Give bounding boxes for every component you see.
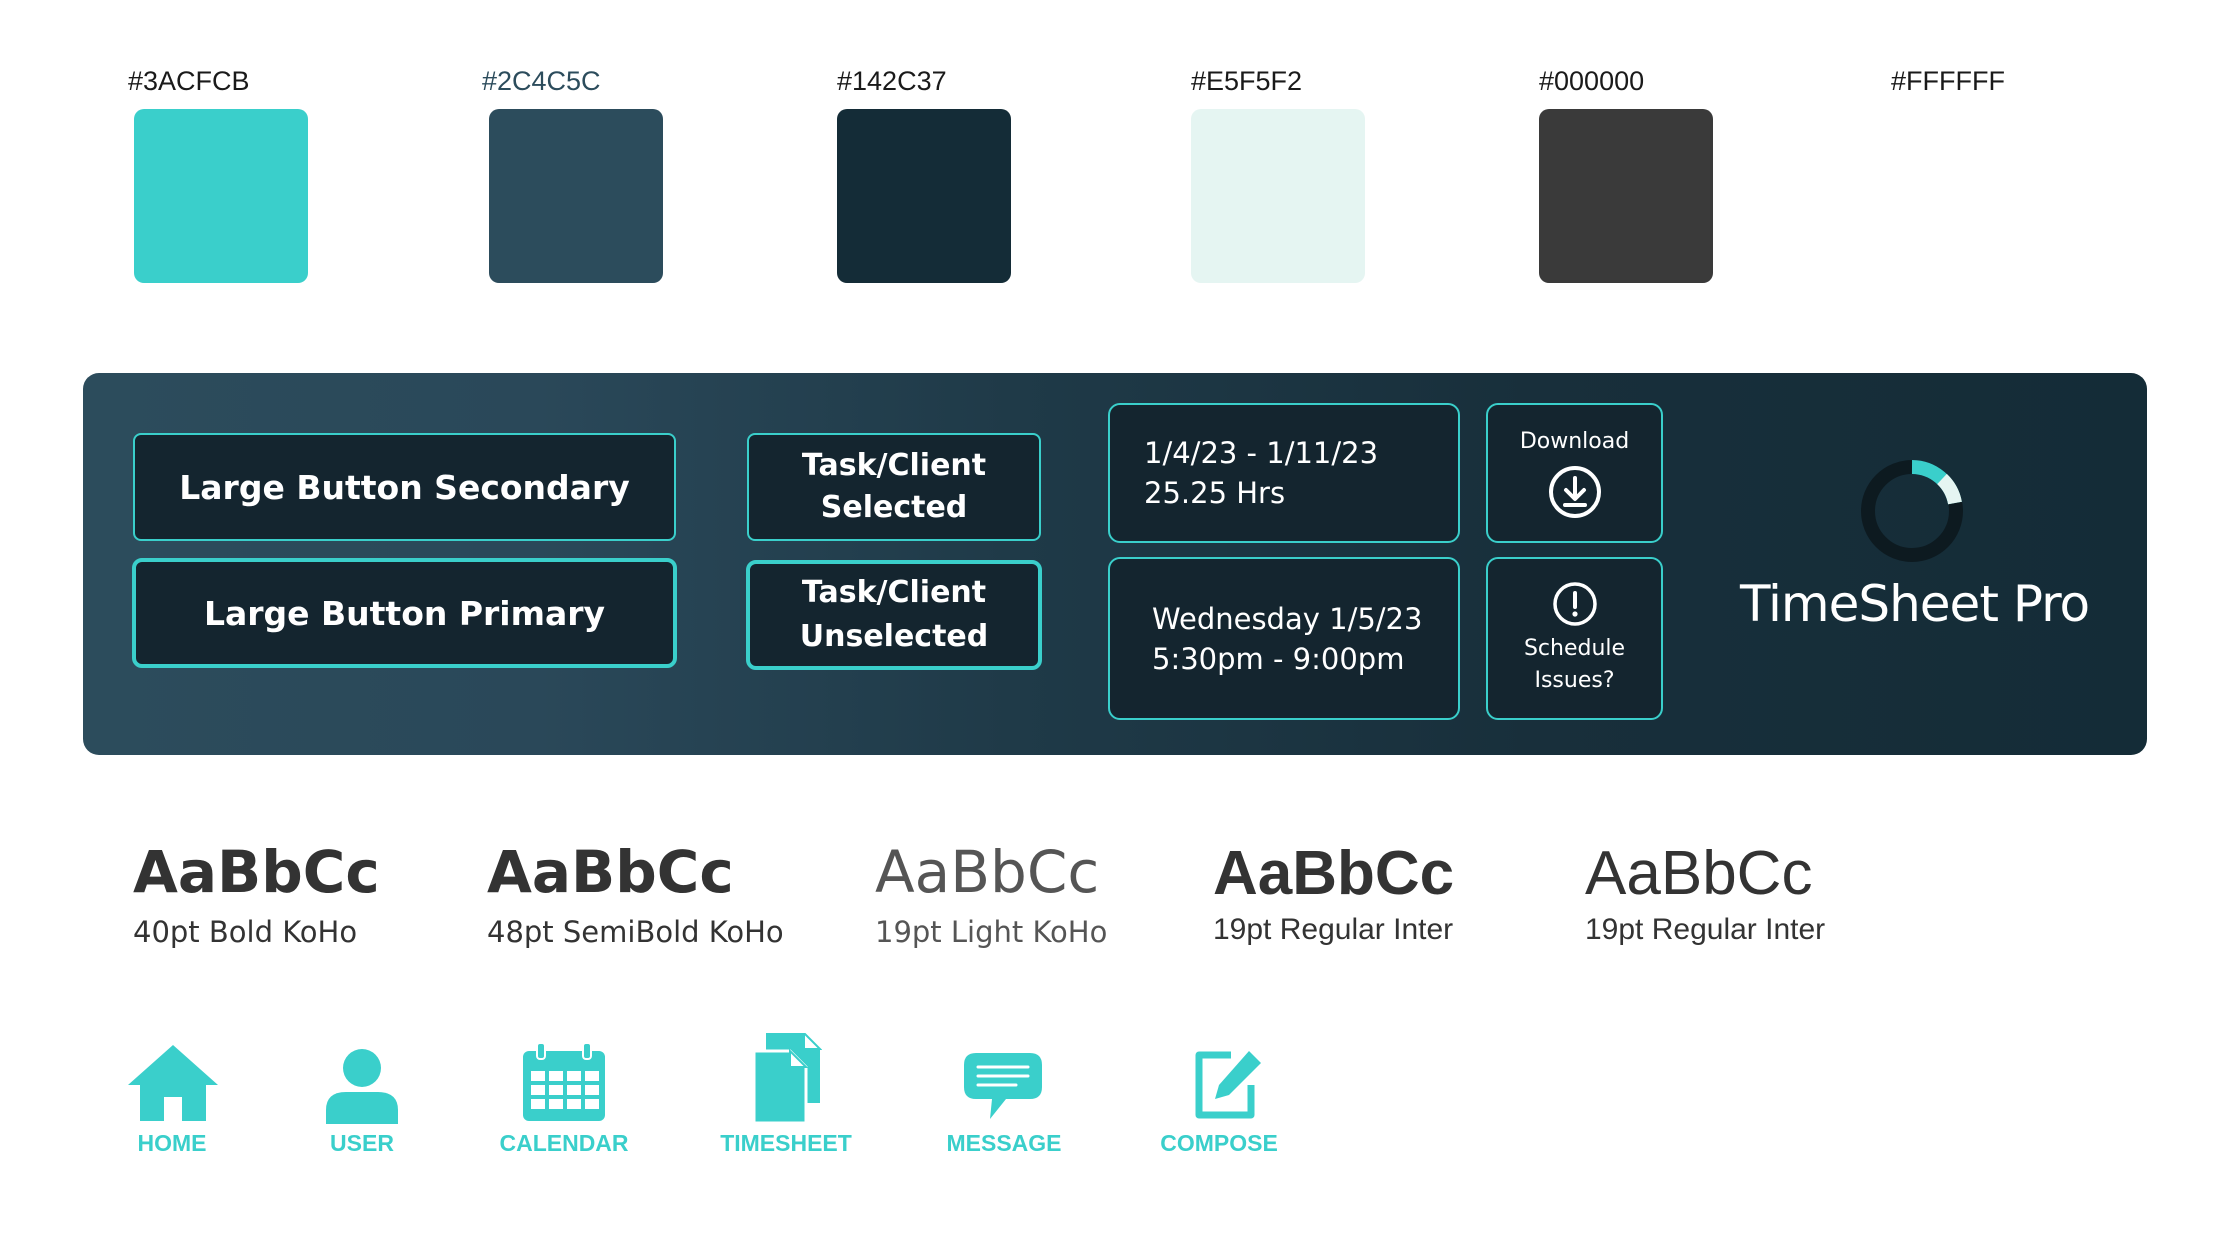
swatch-label: #142C37 (837, 66, 947, 96)
color-swatch (1191, 109, 1365, 283)
type-sample: AaBbCc (1213, 839, 1455, 908)
schedule-issues-button[interactable]: Schedule Issues? (1486, 557, 1663, 720)
alert-icon (1552, 581, 1597, 626)
button-label: Selected (820, 490, 968, 525)
download-label: Download (1519, 429, 1630, 454)
type-caption: 40pt Bold KoHo (133, 915, 358, 949)
nav-label: USER (330, 1130, 394, 1156)
color-swatch (1891, 109, 2065, 283)
type-sample: AaBbCc (875, 838, 1100, 906)
nav-label: TIMESHEET (720, 1130, 852, 1156)
type-caption: 19pt Light KoHo (875, 915, 1108, 949)
task-client-unselected-button[interactable]: Task/Client Unselected (746, 560, 1042, 670)
button-label: Task/Client (801, 448, 987, 483)
timesheet-icon (752, 1033, 822, 1123)
download-icon (1548, 466, 1601, 518)
nav-label: CALENDAR (499, 1130, 629, 1156)
schedule-label: Issues? (1534, 667, 1615, 693)
color-swatch (134, 109, 308, 283)
type-sample: AaBbCc (1585, 839, 1813, 908)
timer-logo-icon (1861, 460, 1963, 562)
pay-period-card[interactable]: 1/4/23 - 1/11/23 25.25 Hrs (1108, 403, 1460, 543)
button-label: Large Button Secondary (179, 467, 630, 507)
swatch-label: #000000 (1539, 66, 1645, 96)
large-primary-button[interactable]: Large Button Primary (132, 558, 677, 668)
calendar-icon (523, 1043, 605, 1121)
message-icon (964, 1053, 1042, 1119)
nav-label: HOME (137, 1130, 207, 1156)
button-label: Large Button Primary (203, 593, 606, 633)
button-label: Task/Client (801, 575, 987, 610)
schedule-label: Schedule (1523, 635, 1626, 661)
download-button[interactable]: Download (1486, 403, 1663, 543)
type-sample: AaBbCc (487, 838, 734, 906)
shift-card[interactable]: Wednesday 1/5/23 5:30pm - 9:00pm (1108, 557, 1460, 720)
color-swatch (1539, 109, 1713, 283)
shift-time: 5:30pm - 9:00pm (1152, 641, 1405, 676)
home-icon (128, 1045, 218, 1121)
pay-period-hours: 25.25 Hrs (1144, 476, 1286, 510)
type-sample: AaBbCc (133, 838, 380, 906)
pay-period-dates: 1/4/23 - 1/11/23 (1144, 436, 1379, 470)
compose-icon (1195, 1051, 1261, 1119)
swatch-label: #FFFFFF (1891, 66, 2005, 96)
type-caption: 48pt SemiBold KoHo (487, 915, 784, 949)
button-label: Unselected (799, 619, 989, 654)
type-caption: 19pt Regular Inter (1213, 913, 1454, 946)
task-client-selected-button[interactable]: Task/Client Selected (747, 433, 1041, 541)
large-secondary-button[interactable]: Large Button Secondary (133, 433, 676, 541)
color-swatch (837, 109, 1011, 283)
swatch-label: #E5F5F2 (1191, 66, 1303, 96)
type-caption: 19pt Regular Inter (1585, 913, 1826, 946)
swatch-label: #3ACFCB (128, 66, 250, 96)
shift-day: Wednesday 1/5/23 (1152, 601, 1423, 636)
brand-name: TimeSheet Pro (1740, 575, 2090, 633)
user-icon (326, 1049, 398, 1124)
nav-label: COMPOSE (1160, 1130, 1278, 1156)
nav-label: MESSAGE (946, 1130, 1062, 1156)
swatch-label: #2C4C5C (482, 66, 601, 96)
color-swatch (489, 109, 663, 283)
